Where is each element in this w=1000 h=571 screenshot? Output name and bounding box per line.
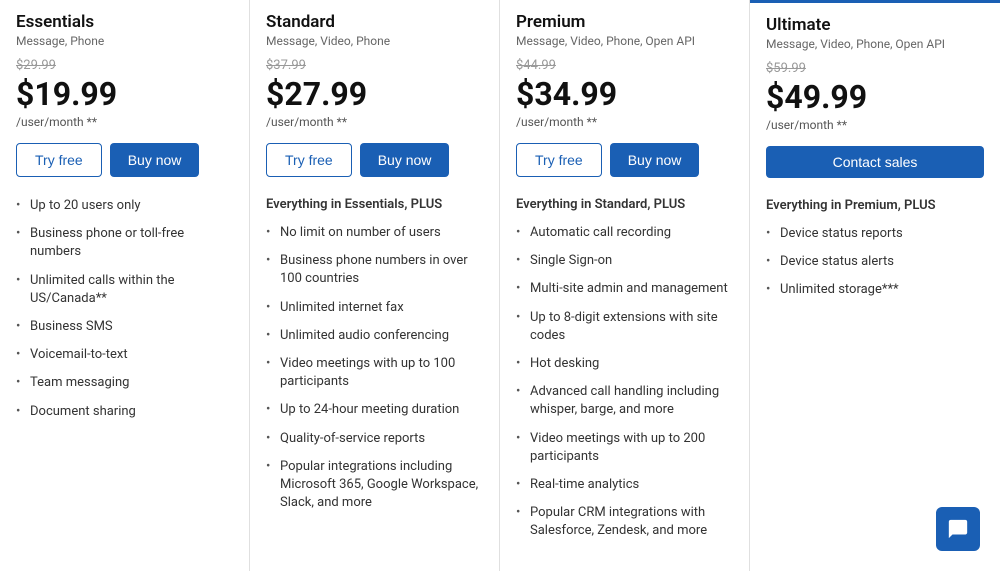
- section-label-standard: Everything in Essentials, PLUS: [266, 197, 483, 212]
- feature-item: Up to 20 users only: [16, 197, 233, 215]
- chat-bubble[interactable]: [936, 507, 980, 551]
- plan-col-essentials: Essentials Message, Phone $29.99 $19.99 …: [0, 0, 250, 571]
- feature-item: Video meetings with up to 100 participan…: [266, 355, 483, 391]
- feature-item: Multi-site admin and management: [516, 280, 733, 298]
- feature-item: Real-time analytics: [516, 476, 733, 494]
- feature-item: Business phone numbers in over 100 count…: [266, 252, 483, 288]
- current-price-ultimate: $49.99: [766, 78, 984, 116]
- original-price-standard: $37.99: [266, 58, 483, 73]
- buy-now-button-essentials[interactable]: Buy now: [110, 143, 200, 177]
- contact-sales-button[interactable]: Contact sales: [766, 146, 984, 178]
- btn-row-standard: Try free Buy now: [266, 143, 483, 177]
- price-note-essentials: /user/month **: [16, 115, 233, 129]
- feature-list-ultimate: Device status reports Device status alert…: [766, 225, 984, 300]
- btn-row-premium: Try free Buy now: [516, 143, 733, 177]
- current-price-premium: $34.99: [516, 75, 733, 113]
- buy-now-button-standard[interactable]: Buy now: [360, 143, 450, 177]
- feature-item: Up to 8-digit extensions with site codes: [516, 309, 733, 345]
- feature-item: Advanced call handling including whisper…: [516, 383, 733, 419]
- feature-item: Hot desking: [516, 355, 733, 373]
- feature-item: No limit on number of users: [266, 224, 483, 242]
- feature-item: Unlimited internet fax: [266, 299, 483, 317]
- feature-item: Automatic call recording: [516, 224, 733, 242]
- feature-item: Video meetings with up to 200 participan…: [516, 430, 733, 466]
- plan-subtitle-premium: Message, Video, Phone, Open API: [516, 34, 733, 48]
- plan-name-standard: Standard: [266, 12, 483, 32]
- plan-col-premium: Premium Message, Video, Phone, Open API …: [500, 0, 750, 571]
- section-label-premium: Everything in Standard, PLUS: [516, 197, 733, 212]
- buy-now-button-premium[interactable]: Buy now: [610, 143, 700, 177]
- feature-item: Popular CRM integrations with Salesforce…: [516, 504, 733, 540]
- pricing-grid: Essentials Message, Phone $29.99 $19.99 …: [0, 0, 1000, 571]
- current-price-essentials: $19.99: [16, 75, 233, 113]
- feature-list-premium: Automatic call recording Single Sign-on Mu…: [516, 224, 733, 540]
- original-price-essentials: $29.99: [16, 58, 233, 73]
- feature-item: Business SMS: [16, 318, 233, 336]
- feature-item: Unlimited calls within the US/Canada**: [16, 272, 233, 308]
- original-price-ultimate: $59.99: [766, 61, 984, 76]
- feature-item: Quality-of-service reports: [266, 430, 483, 448]
- try-free-button-premium[interactable]: Try free: [516, 143, 602, 177]
- feature-item: Up to 24-hour meeting duration: [266, 401, 483, 419]
- plan-col-standard: Standard Message, Video, Phone $37.99 $2…: [250, 0, 500, 571]
- plan-name-ultimate: Ultimate: [766, 15, 984, 35]
- try-free-button-standard[interactable]: Try free: [266, 143, 352, 177]
- feature-item: Device status reports: [766, 225, 984, 243]
- plan-col-ultimate: Ultimate Message, Video, Phone, Open API…: [750, 0, 1000, 571]
- plan-subtitle-essentials: Message, Phone: [16, 34, 233, 48]
- feature-list-essentials: Up to 20 users only Business phone or tol…: [16, 197, 233, 421]
- feature-item: Device status alerts: [766, 253, 984, 271]
- section-label-ultimate: Everything in Premium, PLUS: [766, 198, 984, 213]
- feature-list-standard: No limit on number of users Business phon…: [266, 224, 483, 512]
- plan-subtitle-ultimate: Message, Video, Phone, Open API: [766, 37, 984, 51]
- price-note-ultimate: /user/month **: [766, 118, 984, 132]
- price-note-premium: /user/month **: [516, 115, 733, 129]
- price-note-standard: /user/month **: [266, 115, 483, 129]
- feature-item: Unlimited audio conferencing: [266, 327, 483, 345]
- feature-item: Voicemail-to-text: [16, 346, 233, 364]
- feature-item: Team messaging: [16, 374, 233, 392]
- feature-item: Business phone or toll-free numbers: [16, 225, 233, 261]
- plan-name-essentials: Essentials: [16, 12, 233, 32]
- btn-row-essentials: Try free Buy now: [16, 143, 233, 177]
- feature-item: Single Sign-on: [516, 252, 733, 270]
- btn-row-ultimate: Contact sales: [766, 146, 984, 178]
- try-free-button-essentials[interactable]: Try free: [16, 143, 102, 177]
- original-price-premium: $44.99: [516, 58, 733, 73]
- plan-name-premium: Premium: [516, 12, 733, 32]
- feature-item: Unlimited storage***: [766, 281, 984, 299]
- feature-item: Popular integrations including Microsoft…: [266, 458, 483, 513]
- current-price-standard: $27.99: [266, 75, 483, 113]
- feature-item: Document sharing: [16, 403, 233, 421]
- plan-subtitle-standard: Message, Video, Phone: [266, 34, 483, 48]
